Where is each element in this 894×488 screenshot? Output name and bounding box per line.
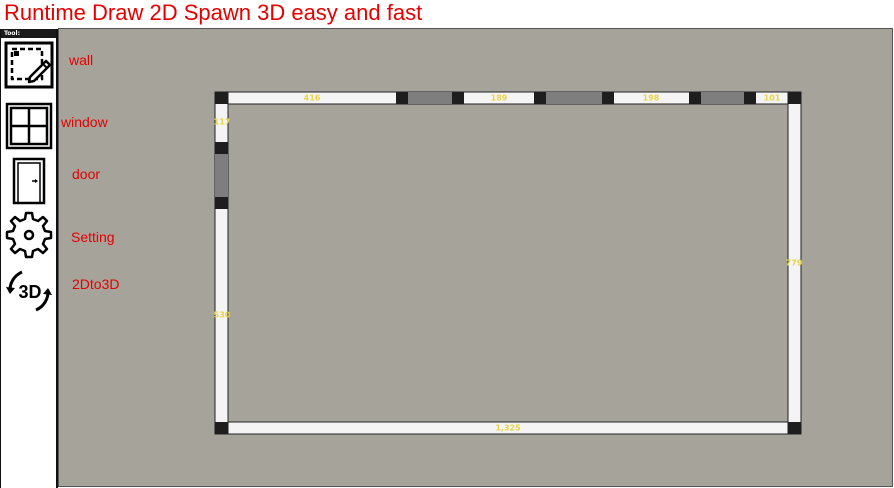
gear-icon [5, 211, 53, 259]
window-tool-button[interactable] [4, 102, 54, 152]
tool-panel: Tool: 3D [0, 29, 58, 488]
app-title: Runtime Draw 2D Spawn 3D easy and fast [4, 0, 423, 25]
door-tool-button[interactable] [4, 156, 54, 206]
drawing-canvas[interactable] [58, 28, 893, 487]
rotate-3d-icon: 3D [6, 270, 52, 312]
window-tool-label: window [61, 114, 108, 130]
setting-tool-button[interactable] [4, 210, 54, 260]
door-icon [12, 157, 46, 205]
2d-to-3d-tool-button[interactable]: 3D [4, 266, 54, 316]
setting-tool-label: Setting [71, 229, 115, 245]
wall-tool-button[interactable] [4, 41, 54, 91]
window-icon [5, 102, 53, 150]
wall-draw-icon [4, 41, 54, 89]
2d-to-3d-tool-label: 2Dto3D [72, 276, 120, 292]
tool-panel-header: Tool: [1, 29, 56, 38]
wall-tool-label: wall [69, 52, 94, 68]
door-tool-label: door [72, 166, 101, 182]
svg-text:3D: 3D [18, 282, 41, 302]
